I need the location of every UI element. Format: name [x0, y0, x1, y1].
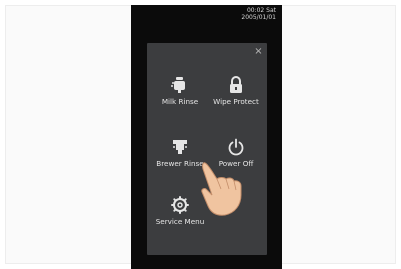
maintenance-menu-panel: × Milk Rinse Wipe Protect Brewer Rinse P… — [147, 43, 267, 255]
service-menu-label: Service Menu — [155, 217, 205, 226]
status-time: 00:02 Sat — [246, 7, 276, 14]
lock-icon — [230, 76, 242, 93]
device-screen: 00:02 Sat 2005/01/01 × Milk Rinse Wipe P… — [131, 5, 282, 269]
wipe-protect-button[interactable]: Wipe Protect — [207, 75, 265, 106]
milk-rinse-button[interactable]: Milk Rinse — [151, 75, 209, 106]
brewer-rinse-icon — [173, 140, 187, 154]
power-icon — [228, 138, 244, 156]
status-bar: 00:02 Sat 2005/01/01 — [241, 7, 276, 21]
wipe-protect-label: Wipe Protect — [213, 97, 259, 106]
status-date: 2005/01/01 — [241, 14, 276, 21]
close-icon[interactable]: × — [254, 47, 263, 57]
gear-icon — [171, 196, 189, 214]
pointing-hand-icon — [201, 162, 242, 216]
milk-rinse-label: Milk Rinse — [161, 97, 199, 106]
milk-rinse-icon — [171, 77, 185, 93]
